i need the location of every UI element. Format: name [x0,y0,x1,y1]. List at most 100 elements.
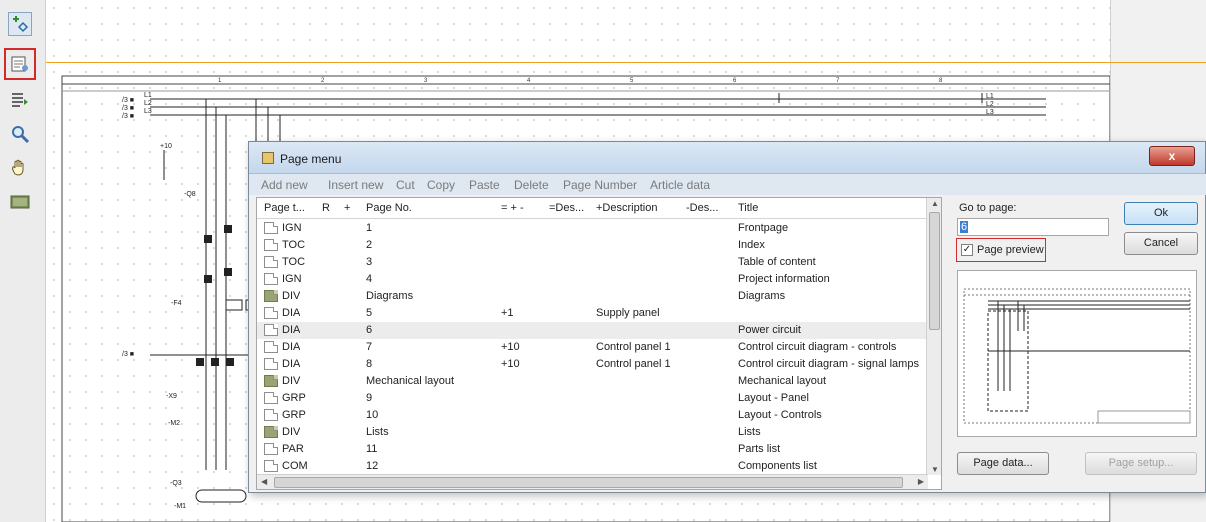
folder-icon [264,375,278,387]
menu-cut[interactable]: Cut [396,178,415,192]
menu-bar: Add new Insert new Cut Copy Paste Delete… [249,174,1206,195]
symbol-insert-icon[interactable] [8,12,32,36]
page-type-cell: IGN [282,273,302,285]
table-row[interactable]: DIV Diagrams Diagrams [257,288,928,305]
horizontal-scrollbar[interactable]: ◀ ▶ [257,474,928,489]
table-row[interactable]: PAR 11 Parts list [257,441,928,458]
page-no-cell: 2 [366,239,373,251]
column-number-label: 2 [321,78,325,84]
page-icon [264,358,278,370]
column-number-label: 4 [527,78,531,84]
page-no-cell: Mechanical layout [366,375,455,387]
table-row[interactable]: IGN 4 Project information [257,271,928,288]
scroll-right-icon[interactable]: ▶ [918,477,924,486]
col-header-page-type[interactable]: Page t... [264,198,305,218]
line-label-l2: L2 [144,100,152,107]
page-icon [264,307,278,319]
page-preview-label: Page preview [977,244,1044,256]
ok-button[interactable]: Ok [1124,202,1198,225]
col-header-equals-plus-minus[interactable]: = + - [501,198,524,218]
plus-cell: +10 [501,358,520,370]
page-type-cell: DIA [282,358,301,370]
svg-text:-F4: -F4 [171,300,182,307]
page-type-cell: DIV [282,375,301,387]
table-row[interactable]: GRP 9 Layout - Panel [257,390,928,407]
page-type-cell: TOC [282,256,306,268]
col-header-r[interactable]: R [322,198,330,218]
page-menu-icon[interactable] [4,48,36,80]
pan-hand-icon[interactable] [8,156,32,180]
dialog-titlebar[interactable]: Page menu x [249,142,1205,174]
list-icon[interactable] [8,88,32,112]
scroll-left-icon[interactable]: ◀ [261,477,267,486]
page-type-cell: DIV [282,290,301,302]
column-number-label: 7 [836,78,840,84]
column-number-label: 6 [733,78,737,84]
page-no-cell: 9 [366,392,373,404]
svg-text:L1: L1 [986,93,994,100]
zoom-icon[interactable] [8,122,32,146]
menu-paste[interactable]: Paste [469,178,500,192]
plus-cell: +1 [501,307,514,319]
col-header-plus-description[interactable]: +Description [596,198,657,218]
scroll-down-icon[interactable]: ▼ [931,465,939,474]
menu-copy[interactable]: Copy [427,178,455,192]
left-toolbar [0,0,46,522]
page-icon [264,460,278,472]
page-no-cell: 12 [366,460,379,472]
menu-article-data[interactable]: Article data [650,178,710,192]
table-row[interactable]: DIV Mechanical layout Mechanical layout [257,373,928,390]
plus-description-cell: Control panel 1 [596,358,671,370]
title-cell: Frontpage [738,222,789,234]
title-cell: Table of content [738,256,816,268]
table-row[interactable]: DIA 6 Power circuit [257,322,928,339]
col-header-title[interactable]: Title [738,198,758,218]
table-row[interactable]: DIA 8 +10 Control panel 1 Control circuit di… [257,356,928,373]
vertical-scrollbar[interactable]: ▲ ▼ [926,198,941,475]
col-header-page-no[interactable]: Page No. [366,198,412,218]
col-header-plus[interactable]: + [344,198,350,218]
page-data-button[interactable]: Page data... [957,452,1049,475]
line-label-l3: L3 [144,108,152,115]
page-no-cell: 11 [366,443,378,455]
page-type-cell: GRP [282,392,306,404]
page-icon [264,324,278,336]
page-menu-icon [262,152,274,164]
page-type-cell: PAR [282,443,304,455]
go-to-page-input[interactable]: 6 [957,218,1109,236]
plus-cell: +10 [501,341,520,353]
scroll-up-icon[interactable]: ▲ [931,199,939,208]
page-type-cell: DIA [282,341,301,353]
table-row[interactable]: GRP 10 Layout - Controls [257,407,928,424]
menu-insert-new[interactable]: Insert new [328,178,383,192]
menu-delete[interactable]: Delete [514,178,549,192]
table-row[interactable]: TOC 3 Table of content [257,254,928,271]
page-type-cell: IGN [282,222,302,234]
page-icon [264,256,278,268]
table-row[interactable]: DIA 7 +10 Control panel 1 Control circuit di… [257,339,928,356]
page-icon [264,341,278,353]
table-row[interactable]: DIV Lists Lists [257,424,928,441]
col-header-equals-desc[interactable]: =Des... [549,198,584,218]
menu-page-number[interactable]: Page Number [563,178,637,192]
dialog-title: Page menu [280,152,342,166]
pages-table[interactable]: Page t... R + Page No. = + - =Des... +De… [256,197,942,490]
col-header-minus-desc[interactable]: -Des... [686,198,718,218]
menu-add-new[interactable]: Add new [261,178,308,192]
page-type-cell: COM [282,460,308,472]
horizontal-scroll-thumb[interactable] [274,477,903,488]
screen-icon[interactable] [8,190,32,214]
svg-text:L2: L2 [986,101,994,108]
svg-text:/3 ■: /3 ■ [122,97,134,104]
table-row[interactable]: COM 12 Components list [257,458,928,475]
close-button[interactable]: x [1149,146,1195,166]
page-preview-checkbox[interactable]: ✓ Page preview [956,238,1046,262]
cancel-button[interactable]: Cancel [1124,232,1198,255]
checkmark-icon[interactable]: ✓ [961,244,973,256]
vertical-scroll-thumb[interactable] [929,212,940,330]
page-no-cell: 4 [366,273,373,285]
table-row[interactable]: DIA 5 +1 Supply panel [257,305,928,322]
page-icon [264,273,278,285]
table-row[interactable]: IGN 1 Frontpage [257,220,928,237]
table-row[interactable]: TOC 2 Index [257,237,928,254]
